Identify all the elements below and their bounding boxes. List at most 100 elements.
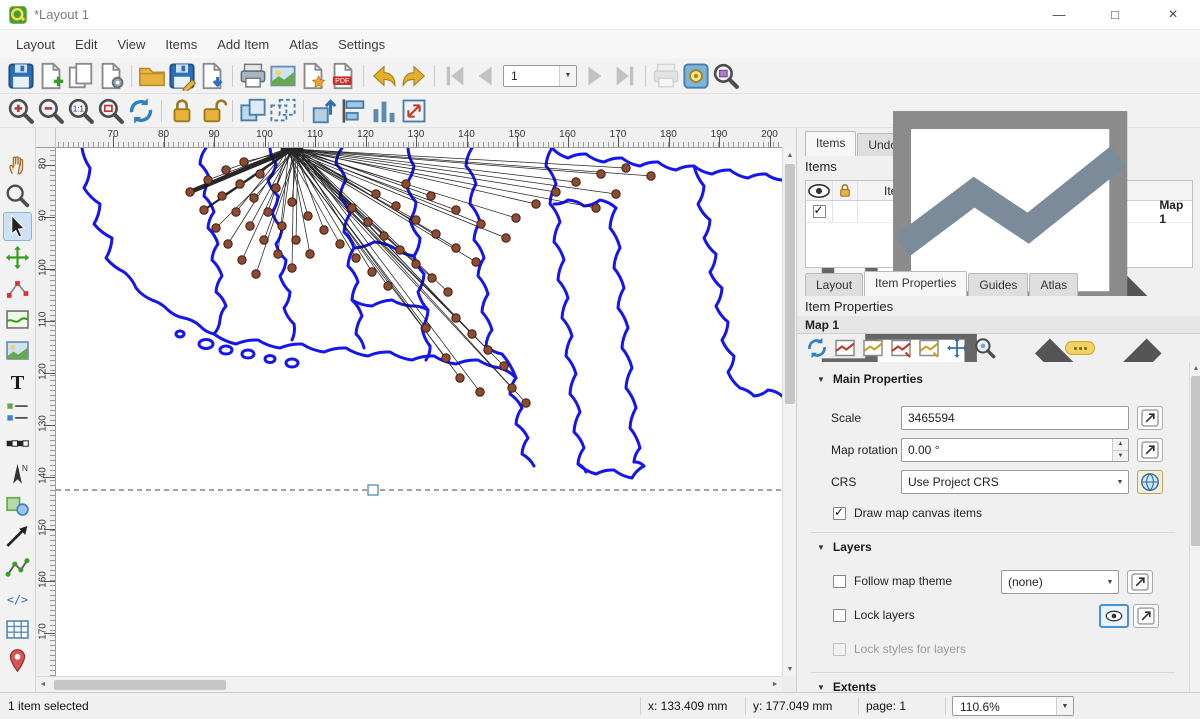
- theme-override-button[interactable]: [1127, 570, 1153, 594]
- main-properties-header[interactable]: ▼ Main Properties: [817, 372, 923, 386]
- interactive-extent-button[interactable]: [973, 336, 997, 360]
- add-node-item-button[interactable]: [3, 553, 32, 582]
- table-row[interactable]: ✓ Map 1: [806, 201, 1192, 223]
- layers-header[interactable]: ▼ Layers: [817, 540, 872, 554]
- zoom-in-button[interactable]: [6, 96, 36, 126]
- collapse-icon[interactable]: ▼: [817, 543, 825, 552]
- set-map-scale-button[interactable]: [889, 336, 913, 360]
- add-marker-button[interactable]: [3, 646, 32, 675]
- menu-items[interactable]: Items: [155, 32, 207, 57]
- add-picture-button[interactable]: [3, 336, 32, 365]
- scale-override-button[interactable]: [1137, 406, 1163, 430]
- lock-layers-row[interactable]: Lock layers: [833, 608, 915, 622]
- group-items-button[interactable]: [238, 96, 268, 126]
- menu-settings[interactable]: Settings: [328, 32, 395, 57]
- collapse-icon[interactable]: ▼: [817, 375, 825, 384]
- follow-map-theme-row[interactable]: Follow map theme: [833, 574, 952, 588]
- menu-view[interactable]: View: [107, 32, 155, 57]
- scroll-up-icon[interactable]: ▲: [1190, 362, 1200, 374]
- draw-canvas-items-row[interactable]: ✓ Draw map canvas items: [833, 506, 982, 520]
- export-image-button[interactable]: [268, 61, 298, 91]
- item-lock-cell[interactable]: [832, 201, 858, 222]
- tab-layout[interactable]: Layout: [805, 273, 863, 296]
- selection-handle[interactable]: [368, 485, 378, 495]
- distribute-items-button[interactable]: [369, 96, 399, 126]
- menu-atlas[interactable]: Atlas: [279, 32, 328, 57]
- set-canvas-scale-button[interactable]: [917, 336, 941, 360]
- export-pdf-button[interactable]: PDF: [328, 61, 358, 91]
- labeling-settings-badge[interactable]: [1065, 341, 1095, 355]
- add-arrow-button[interactable]: [3, 522, 32, 551]
- save-project-button[interactable]: [6, 61, 36, 91]
- add-from-template-button[interactable]: [197, 61, 227, 91]
- duplicate-layout-button[interactable]: [66, 61, 96, 91]
- chevron-down-icon[interactable]: ▼: [1102, 571, 1118, 593]
- load-template-button[interactable]: [137, 61, 167, 91]
- item-visibility-checkbox[interactable]: ✓: [813, 205, 826, 218]
- align-items-button[interactable]: [339, 96, 369, 126]
- add-attribute-table-button[interactable]: [3, 615, 32, 644]
- set-extent-to-canvas-button[interactable]: [833, 336, 857, 360]
- lock-layers-override-button[interactable]: [1133, 604, 1159, 628]
- tab-items[interactable]: Items: [805, 131, 856, 156]
- unlock-all-items-button[interactable]: [197, 96, 227, 126]
- undo-button[interactable]: [369, 61, 399, 91]
- new-layout-button[interactable]: [36, 61, 66, 91]
- resize-items-button[interactable]: [399, 96, 429, 126]
- refresh-view-button[interactable]: [126, 96, 156, 126]
- scrollbar-thumb[interactable]: [1191, 376, 1200, 546]
- chevron-down-icon[interactable]: ▼: [1056, 697, 1073, 715]
- menu-edit[interactable]: Edit: [65, 32, 107, 57]
- lock-layers-checkbox[interactable]: [833, 609, 846, 622]
- atlas-last-feature-button[interactable]: [610, 61, 640, 91]
- item-properties-scroll-area[interactable]: ▼ Main Properties Scale 3465594 Map rota…: [797, 362, 1189, 692]
- spin-up-icon[interactable]: ▲: [1113, 439, 1128, 451]
- chevron-down-icon[interactable]: ▼: [1112, 471, 1128, 493]
- atlas-page-combo[interactable]: 1 ▼: [503, 65, 577, 87]
- select-move-item-tool[interactable]: [3, 212, 32, 241]
- raise-items-button[interactable]: [309, 96, 339, 126]
- add-html-button[interactable]: </>: [3, 584, 32, 613]
- rotation-override-button[interactable]: [1137, 438, 1163, 462]
- map-theme-dropdown[interactable]: (none) ▼: [1001, 570, 1119, 594]
- scrollbar-thumb[interactable]: [785, 164, 795, 404]
- canvas-horizontal-scrollbar[interactable]: ◄ ►: [36, 676, 782, 692]
- tab-atlas[interactable]: Atlas: [1029, 273, 1078, 296]
- layout-canvas[interactable]: [56, 148, 782, 676]
- add-scalebar-button[interactable]: [3, 429, 32, 458]
- crs-dropdown[interactable]: Use Project CRS ▼: [901, 470, 1129, 494]
- redo-button[interactable]: [399, 61, 429, 91]
- atlas-first-feature-button[interactable]: [440, 61, 470, 91]
- close-button[interactable]: ×: [1150, 0, 1196, 30]
- update-map-preview-button[interactable]: [805, 336, 829, 360]
- properties-scrollbar[interactable]: ▲: [1189, 362, 1200, 692]
- zoom-actual-button[interactable]: 1:1: [66, 96, 96, 126]
- zoom-full-button[interactable]: [96, 96, 126, 126]
- move-item-content-tool[interactable]: [3, 243, 32, 272]
- scale-input[interactable]: 3465594: [901, 406, 1129, 430]
- add-legend-button[interactable]: [3, 398, 32, 427]
- zoom-tool[interactable]: [3, 181, 32, 210]
- atlas-settings-button[interactable]: [681, 61, 711, 91]
- maximize-button[interactable]: □: [1092, 0, 1138, 30]
- atlas-next-feature-button[interactable]: [580, 61, 610, 91]
- menu-layout[interactable]: Layout: [6, 32, 65, 57]
- tab-item-properties[interactable]: Item Properties: [864, 271, 967, 296]
- select-crs-button[interactable]: [1137, 470, 1163, 494]
- spin-buttons[interactable]: ▲ ▼: [1112, 439, 1128, 461]
- pan-tool[interactable]: [3, 150, 32, 179]
- scrollbar-thumb[interactable]: [54, 680, 226, 690]
- ungroup-items-button[interactable]: [268, 96, 298, 126]
- edit-nodes-item-tool[interactable]: [3, 274, 32, 303]
- zoom-level-combo[interactable]: 110.6% ▼: [952, 696, 1074, 716]
- preview-atlas-button[interactable]: [711, 61, 741, 91]
- minimize-button[interactable]: —: [1036, 0, 1082, 30]
- follow-map-theme-checkbox[interactable]: [833, 575, 846, 588]
- atlas-previous-feature-button[interactable]: [470, 61, 500, 91]
- canvas-vertical-scrollbar[interactable]: ▲ ▼: [782, 148, 796, 676]
- add-shape-button[interactable]: [3, 491, 32, 520]
- view-extent-in-canvas-button[interactable]: [861, 336, 885, 360]
- chevron-down-icon[interactable]: ▼: [559, 66, 576, 86]
- scroll-up-icon[interactable]: ▲: [783, 148, 797, 162]
- tab-guides[interactable]: Guides: [968, 273, 1028, 296]
